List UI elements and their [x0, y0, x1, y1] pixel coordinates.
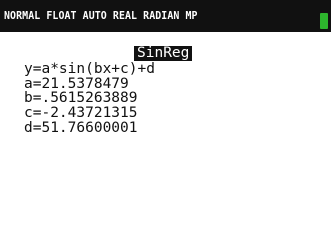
- regression-equation: y=a*sin(bx+c)+d: [24, 61, 155, 77]
- parameter-c: c=-2.43721315: [24, 105, 138, 122]
- battery-icon: [320, 13, 328, 29]
- calculator-screen: NORMAL FLOAT AUTO REAL RADIAN MP SinReg …: [0, 0, 331, 249]
- regression-title-row: SinReg: [24, 46, 324, 62]
- regression-output: SinReg y=a*sin(bx+c)+d a=21.5378479 b=.5…: [24, 46, 324, 135]
- parameter-d: d=51.76600001: [24, 119, 138, 136]
- regression-title: SinReg: [134, 46, 193, 61]
- parameter-a: a=21.5378479: [24, 75, 129, 92]
- mode-status-text: NORMAL FLOAT AUTO REAL RADIAN MP: [4, 9, 198, 22]
- status-bar: NORMAL FLOAT AUTO REAL RADIAN MP: [0, 0, 331, 32]
- parameter-b: b=.5615263889: [24, 90, 138, 107]
